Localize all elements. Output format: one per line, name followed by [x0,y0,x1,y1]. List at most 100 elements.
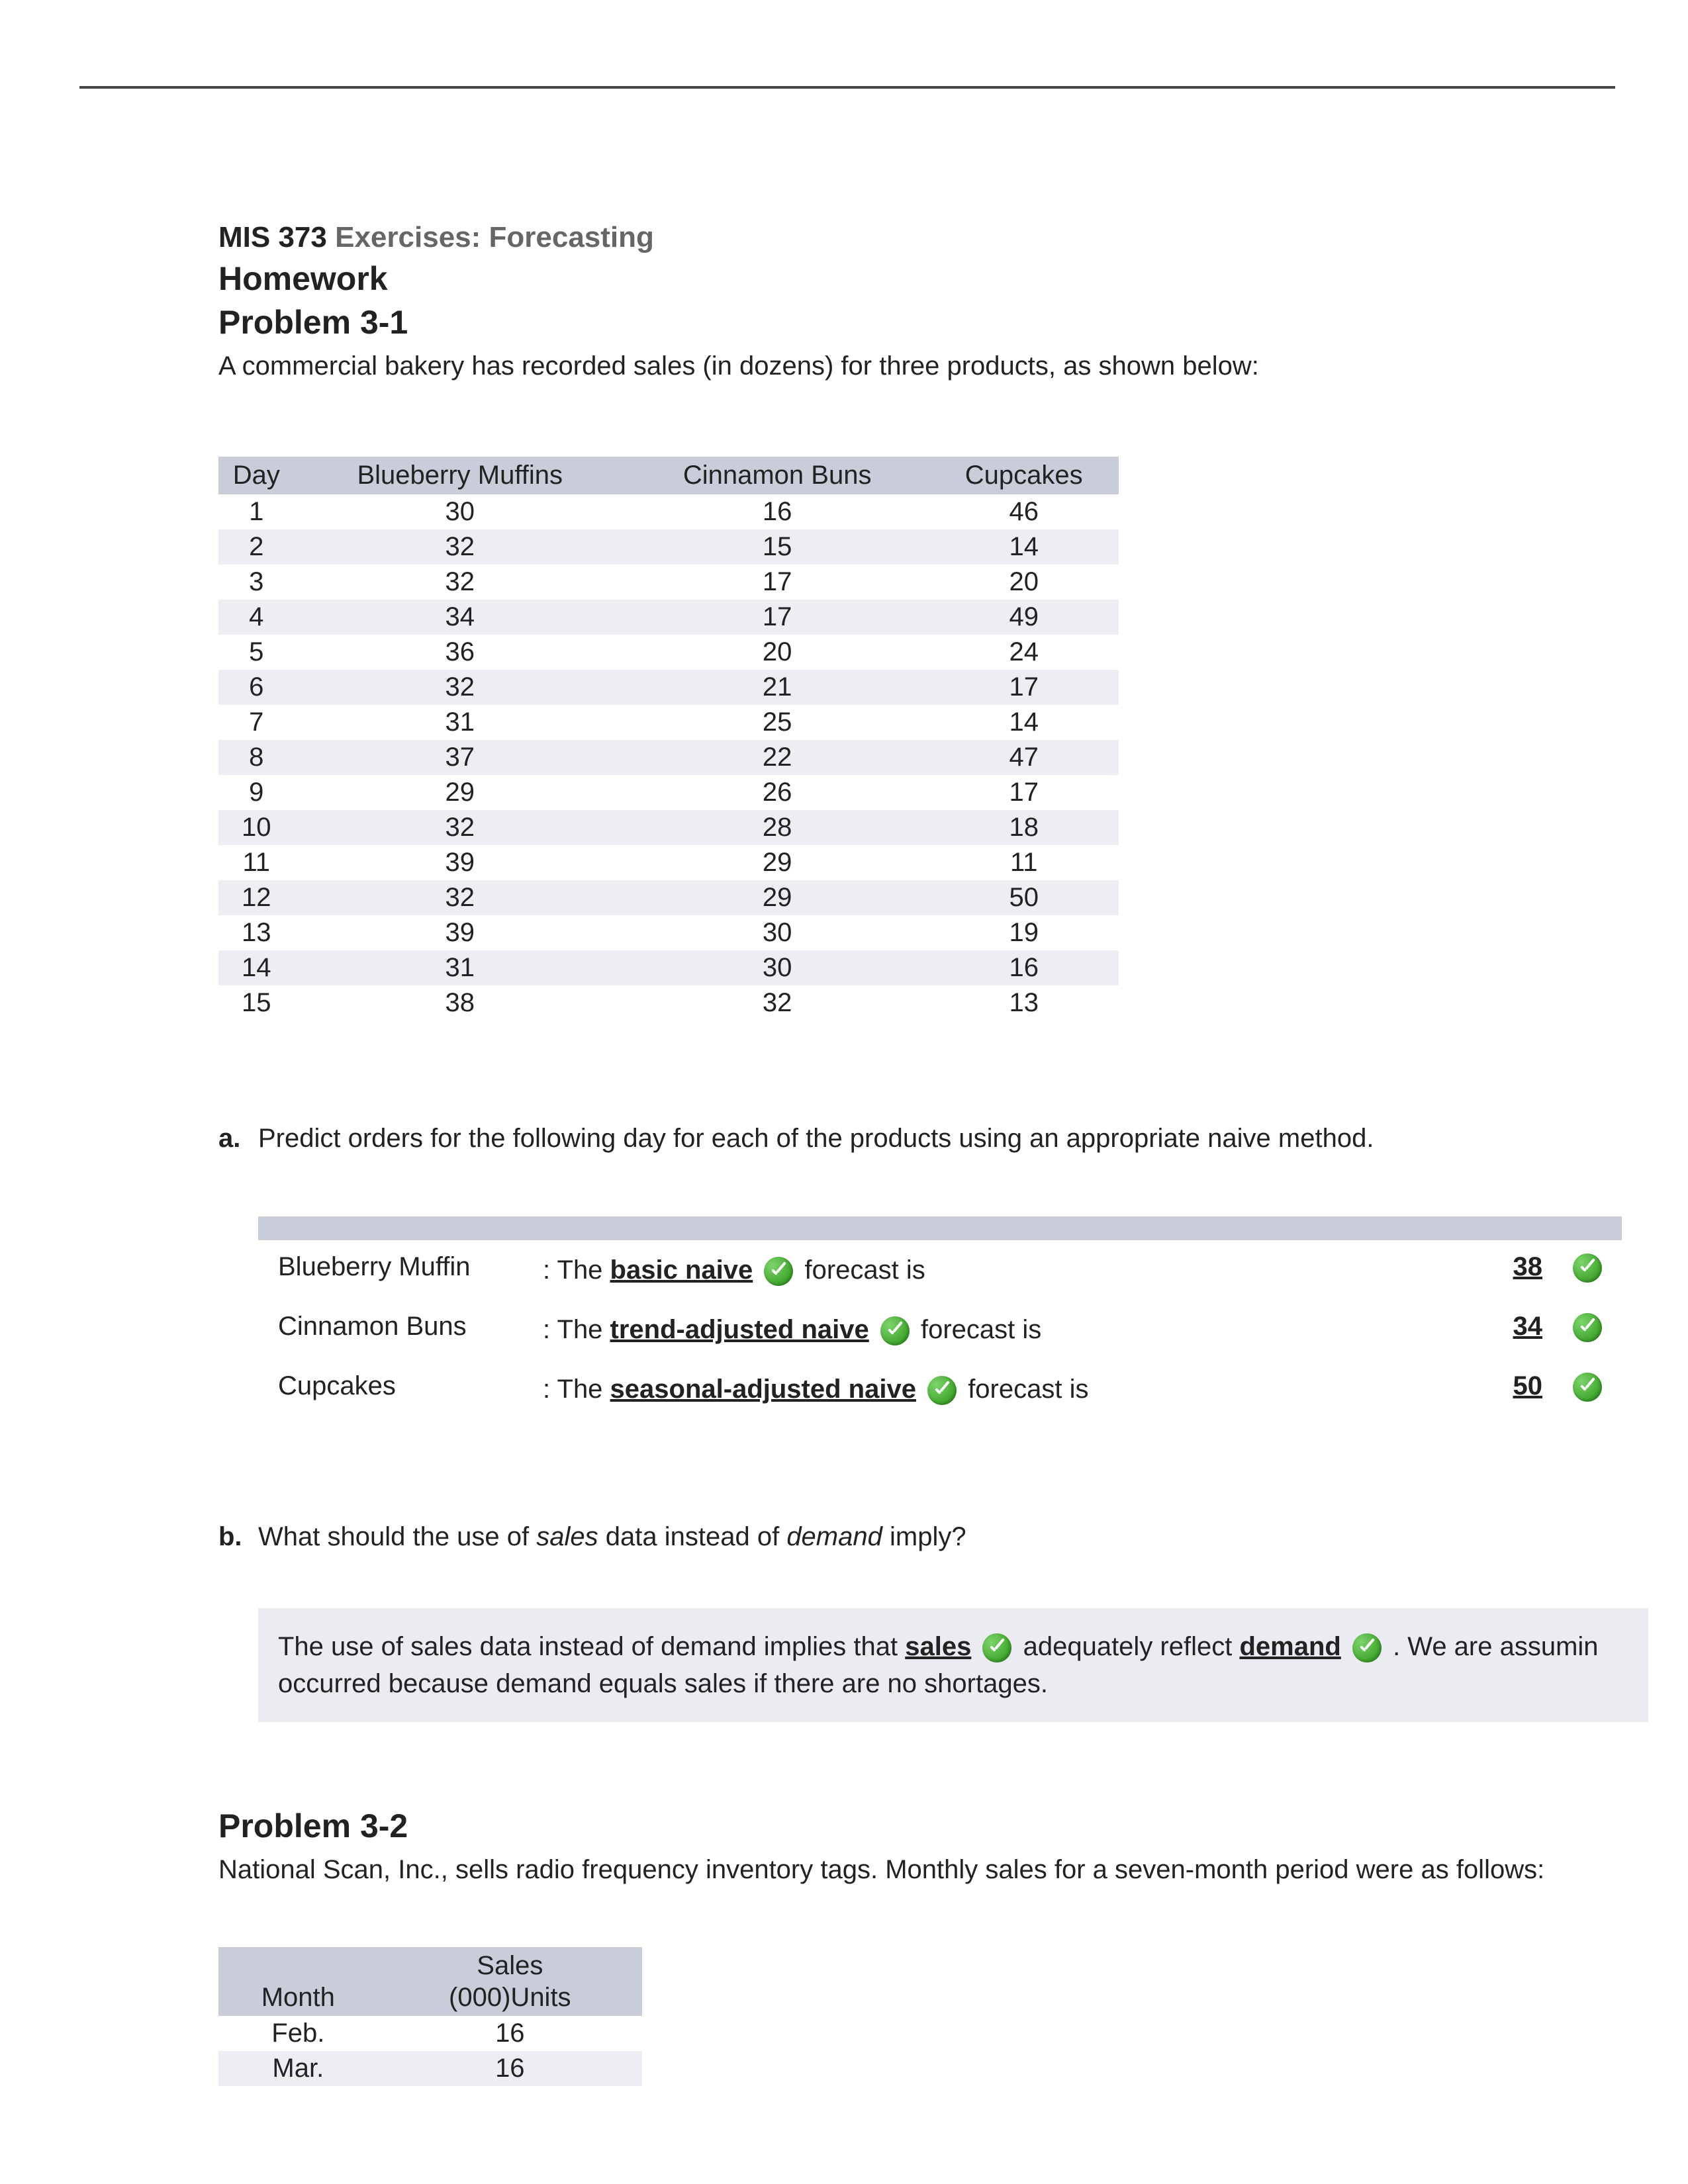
question-b-label: b. [218,1518,258,1555]
table-row: 11392911 [218,845,1119,880]
top-rule [79,86,1615,89]
table-cell: 9 [218,775,295,810]
table-cell: 14 [929,705,1119,740]
problem-3-2-heading: Problem 3-2 [218,1807,1615,1845]
table-row: 10322818 [218,810,1119,845]
column-header: Cinnamon Buns [626,457,929,494]
table-cell: 11 [218,845,295,880]
product-name: Blueberry Muffin [278,1252,516,1282]
bakery-sales-table: DayBlueberry MuffinsCinnamon BunsCupcake… [218,457,1119,1021]
table-row: 8372247 [218,740,1119,775]
course-code: MIS 373 [218,221,327,253]
table-cell: 28 [626,810,929,845]
table-row: 15383213 [218,985,1119,1021]
table-cell: 30 [295,494,626,529]
table-cell: 2 [218,529,295,565]
table-cell: 47 [929,740,1119,775]
table-cell: 6 [218,670,295,705]
product-name: Cupcakes [278,1371,516,1401]
table-cell: 30 [626,915,929,950]
column-header: Day [218,457,295,494]
forecast-row: Cupcakes : The seasonal-adjusted naive fo… [258,1359,1622,1419]
table-cell: 38 [295,985,626,1021]
qb-em2: demand [786,1522,882,1551]
table-cell: 12 [218,880,295,915]
table-cell: 13 [929,985,1119,1021]
table-cell: 22 [626,740,929,775]
table-row: 1301646 [218,494,1119,529]
forecast-value: 34 [1450,1312,1542,1342]
table-cell: 17 [626,565,929,600]
column-header: Cupcakes [929,457,1119,494]
table-row: Feb.16 [218,2016,642,2051]
table-cell: 7 [218,705,295,740]
table-cell: 29 [295,775,626,810]
qb-mid: data instead of [598,1522,787,1551]
forecast-desc: : The basic naive forecast is [543,1252,1423,1288]
table-row: 13393019 [218,915,1119,950]
table-cell: 11 [929,845,1119,880]
qb-em1: sales [536,1522,598,1551]
table-cell: 29 [626,845,929,880]
checkmark-icon [764,1257,793,1286]
table-cell: 8 [218,740,295,775]
ab-pre: The use of sales data instead of demand … [278,1632,905,1661]
checkmark-icon [1573,1253,1602,1283]
course-subtitle: Exercises: Forecasting [335,221,654,253]
table-cell: 31 [295,950,626,985]
checkmark-icon [880,1316,910,1345]
table-row: 7312514 [218,705,1119,740]
table-cell: 29 [626,880,929,915]
table-cell: 5 [218,635,295,670]
checkmark-icon [982,1633,1011,1662]
problem-3-2-intro: National Scan, Inc., sells radio frequen… [218,1852,1615,1888]
table-cell: 24 [929,635,1119,670]
table-row: 2321514 [218,529,1119,565]
qb-post: imply? [882,1522,966,1551]
ab-mid: adequately reflect [1023,1632,1240,1661]
table-cell: 15 [626,529,929,565]
table-cell: 14 [929,529,1119,565]
table-cell: 10 [218,810,295,845]
table-cell: 32 [295,880,626,915]
col-sales-b: (000)Units [378,1981,642,2016]
method-word: trend-adjusted naive [610,1315,869,1344]
table-cell: 34 [295,600,626,635]
table-cell: 32 [295,529,626,565]
table-cell: 15 [218,985,295,1021]
ab-w2: demand [1239,1632,1340,1661]
col-sales-a: Sales [378,1947,642,1981]
table-cell: 36 [295,635,626,670]
table-cell: 37 [295,740,626,775]
table-cell: 26 [626,775,929,810]
table-row: 14313016 [218,950,1119,985]
question-b-text: What should the use of sales data instea… [258,1518,966,1555]
table-cell: 30 [626,950,929,985]
homework-heading: Homework [218,259,1615,298]
table-cell: 14 [218,950,295,985]
table-cell: 50 [929,880,1119,915]
ab-post1: . We are assumin [1385,1632,1599,1661]
table-cell: 32 [295,565,626,600]
table-cell: 16 [378,2016,642,2051]
question-a-label: a. [218,1120,258,1157]
table-cell: 32 [626,985,929,1021]
value-check [1569,1312,1602,1342]
table-cell: Mar. [218,2051,378,2086]
table-cell: 17 [929,775,1119,810]
ab-w1: sales [905,1632,971,1661]
question-a-text: Predict orders for the following day for… [258,1120,1374,1157]
answer-a-box: Blueberry Muffin : The basic naive foreca… [258,1216,1622,1419]
checkmark-icon [927,1376,957,1405]
table-row: 4341749 [218,600,1119,635]
value-check [1569,1371,1602,1402]
table-row: Mar.16 [218,2051,642,2086]
method-word: seasonal-adjusted naive [610,1375,916,1404]
product-name: Cinnamon Buns [278,1312,516,1342]
forecast-value: 38 [1450,1252,1542,1282]
table-cell: 21 [626,670,929,705]
value-check [1569,1252,1602,1283]
forecast-desc: : The seasonal-adjusted naive forecast i… [543,1371,1423,1407]
table-cell: 17 [929,670,1119,705]
forecast-row: Blueberry Muffin : The basic naive foreca… [258,1240,1622,1300]
